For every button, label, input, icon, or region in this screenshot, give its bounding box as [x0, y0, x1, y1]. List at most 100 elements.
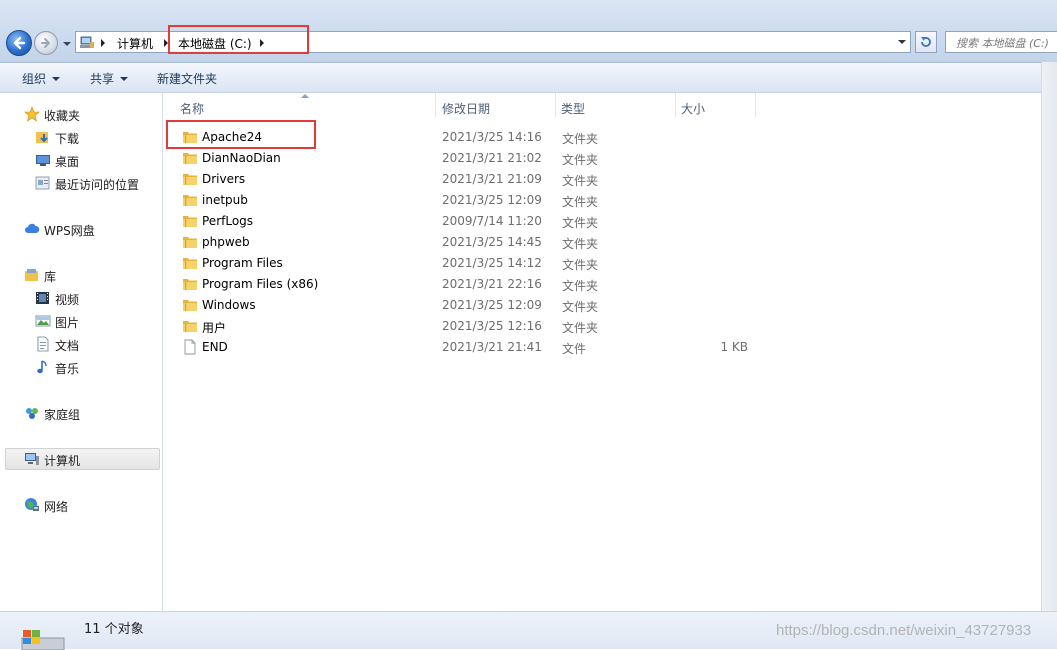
column-header-name[interactable]: 名称: [163, 93, 435, 117]
network-icon: [25, 498, 39, 511]
drive-icon: [21, 630, 65, 650]
file-type: 文件夹: [562, 132, 599, 146]
column-header-type[interactable]: 类型: [556, 93, 675, 117]
folder-icon: [182, 150, 198, 169]
file-modified: 2021/3/25 14:45: [442, 235, 542, 249]
file-type: 文件夹: [562, 195, 599, 209]
file-type: 文件: [562, 342, 587, 356]
column-header-label: 名称: [180, 102, 205, 116]
sidebar-item-label: 图片: [55, 316, 80, 330]
organize-menu-button[interactable]: 组织: [22, 70, 61, 87]
sidebar-item-label: 最近访问的位置: [55, 178, 140, 192]
folder-icon: [182, 192, 198, 211]
file-row[interactable]: Drivers 2021/3/21 21:09 文件夹: [163, 169, 1041, 190]
folder-icon: [182, 276, 198, 295]
refresh-button[interactable]: [915, 31, 937, 53]
status-bar: 11 个对象 https://blog.csdn.net/weixin_4372…: [0, 611, 1057, 650]
folder-icon: [182, 318, 198, 337]
file-type: 文件夹: [562, 300, 599, 314]
breadcrumb-computer[interactable]: 计算机: [117, 35, 153, 52]
file-row[interactable]: Program Files 2021/3/25 14:12 文件夹: [163, 253, 1041, 274]
computer-location-icon: [80, 36, 94, 48]
folder-icon: [182, 234, 198, 253]
file-name: Program Files (x86): [202, 277, 319, 291]
desktop-icon: [36, 155, 50, 166]
file-modified: 2021/3/21 22:16: [442, 277, 542, 291]
file-type: 文件夹: [562, 321, 599, 335]
arrow-left-icon: [13, 36, 26, 50]
command-bar: 组织 共享 新建文件夹: [0, 63, 1057, 93]
new-folder-button[interactable]: 新建文件夹: [157, 70, 217, 87]
chevron-down-icon: [120, 77, 129, 81]
sidebar-item-label: 下载: [55, 132, 80, 146]
column-header-size[interactable]: 大小: [676, 93, 755, 117]
watermark-text: https://blog.csdn.net/weixin_43727933: [776, 622, 1032, 639]
highlight-box-apache24: [166, 120, 316, 149]
share-label: 共享: [90, 72, 115, 86]
breadcrumb-separator-icon[interactable]: [101, 39, 105, 47]
file-name: Windows: [202, 298, 256, 312]
file-type: 文件夹: [562, 174, 599, 188]
sidebar-item-label: 文档: [55, 339, 80, 353]
recent-pages-dropdown-icon[interactable]: [62, 40, 72, 48]
file-size: 1 KB: [720, 340, 748, 354]
file-row[interactable]: DianNaoDian 2021/3/21 21:02 文件夹: [163, 148, 1041, 169]
chevron-down-icon: [52, 77, 61, 81]
sidebar-item-label: 桌面: [55, 155, 80, 169]
forward-button[interactable]: [34, 31, 58, 55]
address-history-dropdown-icon[interactable]: [898, 40, 906, 44]
back-button[interactable]: [6, 30, 32, 56]
file-row[interactable]: END 2021/3/21 21:41 文件 1 KB: [163, 337, 1041, 358]
file-row[interactable]: PerfLogs 2009/7/14 11:20 文件夹: [163, 211, 1041, 232]
sidebar-item-label: WPS网盘: [44, 224, 95, 238]
file-row[interactable]: Windows 2021/3/25 12:09 文件夹: [163, 295, 1041, 316]
folder-icon: [182, 213, 198, 232]
file-modified: 2021/3/21 21:09: [442, 172, 542, 186]
file-row[interactable]: phpweb 2021/3/25 14:45 文件夹: [163, 232, 1041, 253]
folder-icon: [182, 297, 198, 316]
search-input[interactable]: 搜索 本地磁盘 (C:): [945, 31, 1057, 53]
file-type: 文件夹: [562, 216, 599, 230]
file-name: DianNaoDian: [202, 151, 281, 165]
file-name: Drivers: [202, 172, 246, 186]
sidebar-item-label: 家庭组: [44, 408, 81, 422]
file-name: Program Files: [202, 256, 283, 270]
sidebar-item-label: 视频: [55, 293, 80, 307]
file-row[interactable]: Program Files (x86) 2021/3/21 22:16 文件夹: [163, 274, 1041, 295]
recent-places-icon: [35, 176, 50, 190]
star-icon: [24, 106, 40, 122]
library-icon: [25, 269, 38, 281]
organize-label: 组织: [22, 72, 47, 86]
sidebar-item-label: 收藏夹: [44, 109, 81, 123]
column-header-modified[interactable]: 修改日期: [436, 93, 555, 117]
column-header-label: 类型: [561, 102, 586, 116]
arrow-right-icon: [41, 38, 50, 48]
file-modified: 2009/7/14 11:20: [442, 214, 542, 228]
sidebar-item-label: 计算机: [44, 454, 81, 468]
refresh-icon: [921, 37, 931, 47]
file-modified: 2021/3/25 14:12: [442, 256, 542, 270]
share-menu-button[interactable]: 共享: [90, 70, 129, 87]
file-modified: 2021/3/25 12:09: [442, 298, 542, 312]
folder-icon: [182, 171, 198, 190]
file-type: 文件夹: [562, 237, 599, 251]
column-header-label: 大小: [681, 102, 706, 116]
column-header-label: 修改日期: [442, 102, 491, 116]
column-divider[interactable]: [755, 93, 756, 117]
folder-icon: [182, 255, 198, 274]
file-type: 文件夹: [562, 258, 599, 272]
picture-icon: [35, 315, 51, 327]
file-modified: 2021/3/25 12:16: [442, 319, 542, 333]
file-row[interactable]: 用户 2021/3/25 12:16 文件夹: [163, 316, 1041, 337]
file-name: phpweb: [202, 235, 250, 249]
file-name: PerfLogs: [202, 214, 254, 228]
file-name: 用户: [202, 321, 227, 335]
highlight-box-address: [168, 25, 309, 54]
file-modified: 2021/3/25 14:16: [442, 130, 542, 144]
sidebar-item-label: 音乐: [55, 362, 80, 376]
file-name: inetpub: [202, 193, 248, 207]
file-row[interactable]: inetpub 2021/3/25 12:09 文件夹: [163, 190, 1041, 211]
item-count: 11 个对象: [84, 622, 144, 637]
video-icon: [36, 292, 49, 304]
vertical-scrollbar[interactable]: [1041, 62, 1057, 611]
